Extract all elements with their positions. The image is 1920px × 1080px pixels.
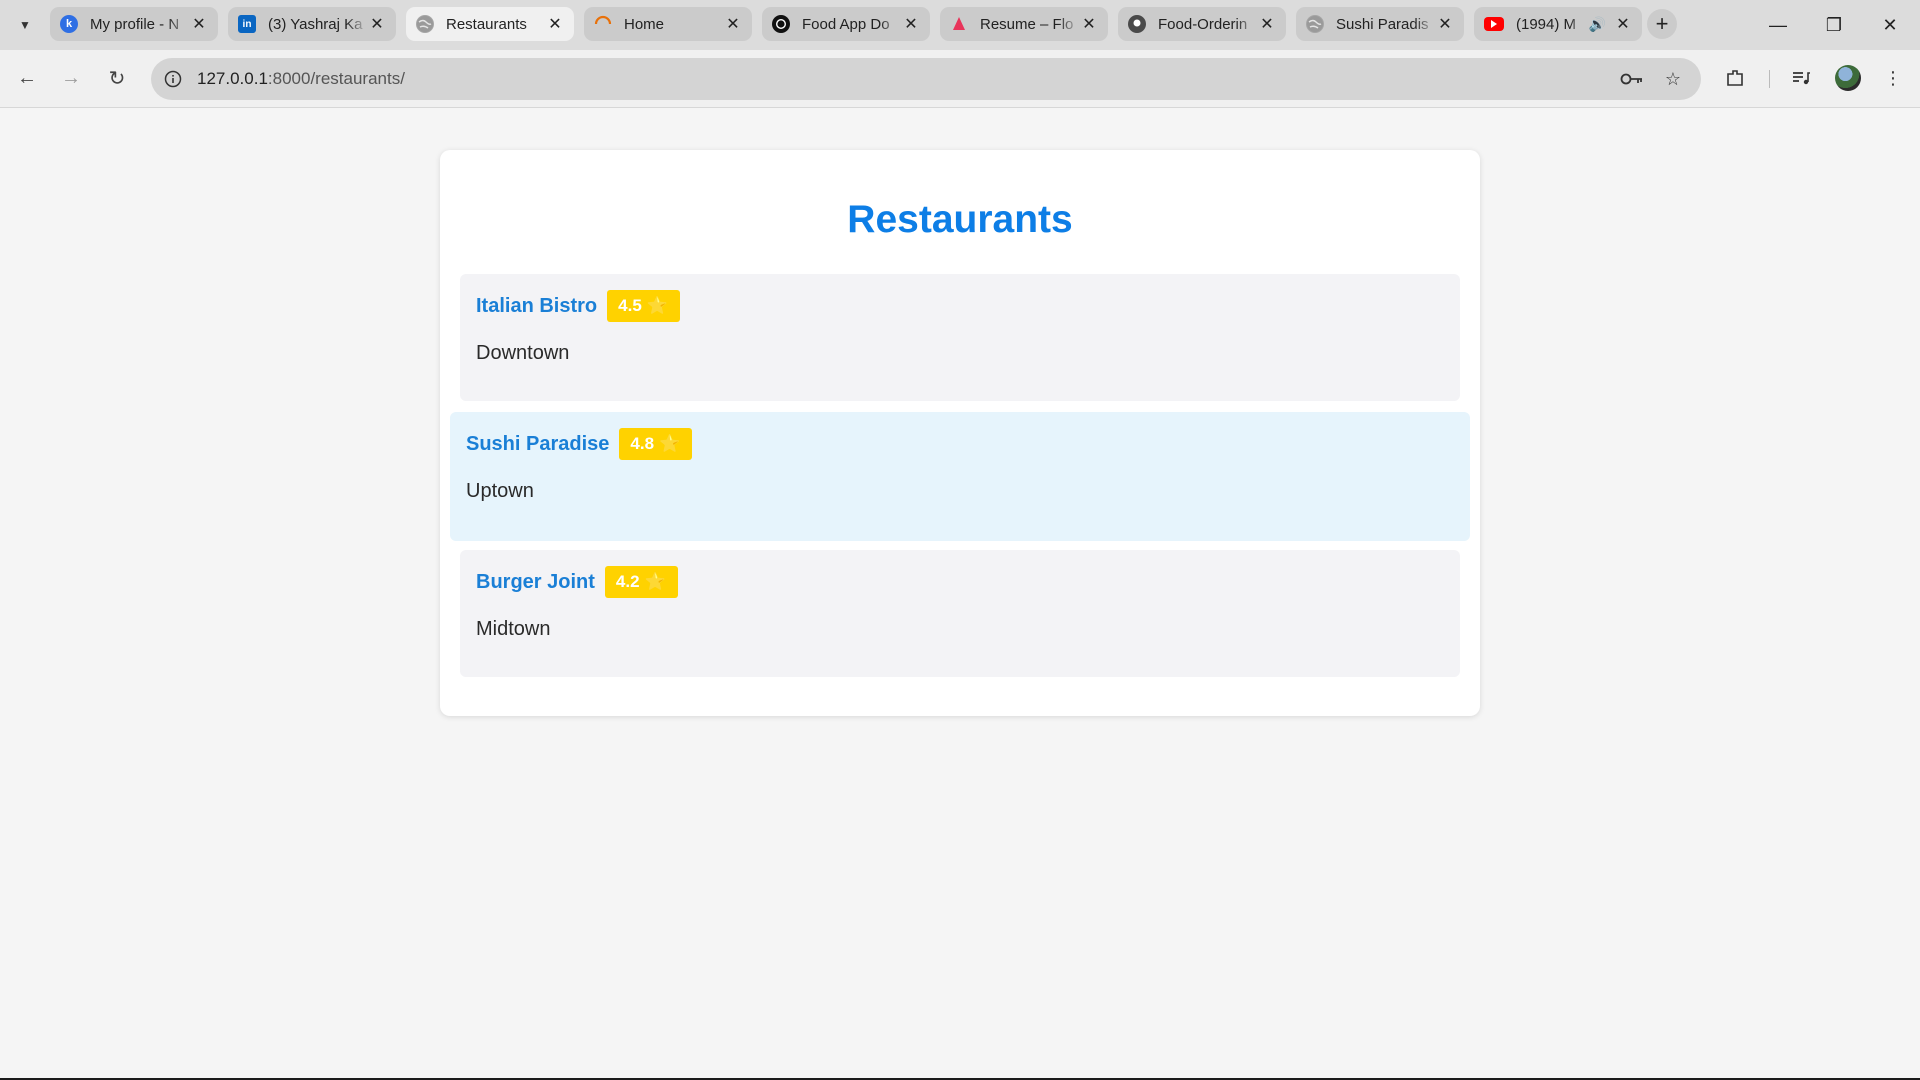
tab-title: Sushi Paradis (1336, 15, 1429, 33)
tab-home[interactable]: Home ✕ (584, 7, 752, 41)
tab-close-icon[interactable]: ✕ (1436, 14, 1454, 34)
bookmark-star-icon[interactable]: ☆ (1661, 67, 1685, 91)
profile-avatar[interactable] (1835, 65, 1861, 91)
tab-my-profile[interactable]: k My profile - N ✕ (50, 7, 218, 41)
rating-value: 4.5 (618, 296, 642, 315)
plus-icon: + (1655, 11, 1669, 36)
tab-restaurants[interactable]: Restaurants ✕ (406, 7, 574, 41)
reload-button[interactable]: ↻ (102, 63, 132, 93)
youtube-icon (1484, 17, 1504, 31)
reload-icon: ↻ (108, 67, 126, 90)
tab-close-icon[interactable]: ✕ (1258, 14, 1276, 34)
restaurants-card: Restaurants Italian Bistro 4.5 ⭐ Downtow… (440, 150, 1480, 716)
minimize-button[interactable]: — (1750, 0, 1806, 50)
tab-youtube[interactable]: (1994) M 🔊 ✕ (1474, 7, 1642, 41)
chevron-down-icon: ▼ (19, 18, 31, 32)
menu-kebab-icon[interactable]: ⋮ (1878, 63, 1908, 93)
restaurant-header: Sushi Paradise 4.8 ⭐ (466, 428, 693, 460)
browser-toolbar: ← → ↻ 127.0.0.1:8000/restaurants/ ☆ ⋮ (0, 50, 1920, 108)
info-icon (164, 70, 182, 88)
restore-button[interactable]: ❐ (1806, 0, 1862, 50)
tab-title: Food App Do (802, 15, 890, 33)
url-path: :8000/restaurants/ (267, 69, 405, 88)
tab-food-app-doc[interactable]: Food App Do ✕ (762, 7, 930, 41)
restaurant-name-link[interactable]: Burger Joint (476, 571, 595, 594)
address-bar[interactable]: 127.0.0.1:8000/restaurants/ ☆ (151, 58, 1701, 100)
tab-strip: ▼ k My profile - N ✕ in (3) Yashraj Ka ✕… (0, 0, 1920, 50)
tab-linkedin[interactable]: in (3) Yashraj Ka ✕ (228, 7, 396, 41)
restaurant-header: Italian Bistro 4.5 ⭐ (476, 290, 680, 322)
password-key-icon[interactable] (1620, 67, 1644, 91)
rating-badge: 4.8 ⭐ (619, 428, 693, 460)
tab-title: Home (624, 15, 665, 33)
rating-badge: 4.2 ⭐ (604, 566, 678, 598)
rating-badge: 4.5 ⭐ (607, 290, 680, 322)
tab-title: (1994) M (1516, 15, 1577, 33)
loading-spinner-icon (594, 15, 612, 33)
restaurant-name-link[interactable]: Italian Bistro (476, 295, 597, 318)
tab-title: My profile - N (90, 15, 180, 33)
k-logo-icon: k (60, 15, 78, 33)
restaurant-location: Uptown (466, 480, 534, 502)
close-icon: ✕ (1882, 14, 1898, 35)
site-info-button[interactable] (162, 68, 184, 90)
arrow-left-icon: ← (17, 66, 37, 89)
tab-title: Resume – Flo (980, 15, 1074, 33)
github-icon (1128, 15, 1146, 33)
restaurant-item-italian-bistro[interactable]: Italian Bistro 4.5 ⭐ Downtown (460, 274, 1460, 401)
media-control-icon[interactable] (1786, 63, 1816, 93)
star-icon: ⭐ (659, 434, 681, 453)
tab-close-icon[interactable]: ✕ (190, 14, 208, 34)
star-icon: ⭐ (646, 296, 668, 315)
restore-icon: ❐ (1825, 14, 1843, 35)
back-button[interactable]: ← (12, 63, 42, 93)
new-tab-button[interactable]: + (1647, 9, 1677, 39)
restaurant-location: Midtown (476, 618, 551, 640)
restaurant-name-link[interactable]: Sushi Paradise (466, 433, 609, 456)
restaurant-location: Downtown (476, 342, 570, 364)
arrow-right-icon: → (61, 66, 81, 89)
tab-close-icon[interactable]: ✕ (724, 14, 742, 34)
openai-icon (772, 15, 790, 33)
tab-close-icon[interactable]: ✕ (1614, 14, 1632, 34)
rating-value: 4.8 (630, 434, 655, 453)
page-title: Restaurants (847, 198, 1073, 241)
restaurant-item-burger-joint[interactable]: Burger Joint 4.2 ⭐ Midtown (460, 550, 1460, 677)
tab-close-icon[interactable]: ✕ (546, 14, 564, 34)
globe-icon (416, 15, 434, 33)
close-window-button[interactable]: ✕ (1862, 0, 1918, 50)
tab-sushi-paradise[interactable]: Sushi Paradis ✕ (1296, 7, 1464, 41)
url-host: 127.0.0.1 (197, 69, 268, 88)
extensions-icon[interactable] (1720, 63, 1750, 93)
minimize-icon: — (1769, 14, 1787, 35)
restaurant-header: Burger Joint 4.2 ⭐ (476, 566, 678, 598)
speaker-icon[interactable]: 🔊 (1589, 16, 1606, 33)
star-icon: ⭐ (644, 572, 666, 591)
globe-icon (1306, 15, 1324, 33)
tab-title: Restaurants (446, 15, 527, 33)
rating-value: 4.2 (615, 572, 640, 591)
page-viewport: Restaurants Italian Bistro 4.5 ⭐ Downtow… (0, 108, 1920, 1078)
tab-resume[interactable]: Resume – Flo ✕ (940, 7, 1108, 41)
restaurant-item-sushi-paradise[interactable]: Sushi Paradise 4.8 ⭐ Uptown (450, 412, 1470, 541)
url-text[interactable]: 127.0.0.1:8000/restaurants/ (197, 69, 405, 89)
flowcv-icon (950, 15, 968, 33)
tab-close-icon[interactable]: ✕ (1080, 14, 1098, 34)
toolbar-divider (1769, 70, 1770, 88)
tab-close-icon[interactable]: ✕ (368, 14, 386, 34)
tab-github[interactable]: Food-Orderin ✕ (1118, 7, 1286, 41)
forward-button[interactable]: → (56, 63, 86, 93)
tab-close-icon[interactable]: ✕ (902, 14, 920, 34)
tab-search-button[interactable]: ▼ (12, 12, 38, 38)
tab-title: Food-Orderin (1158, 15, 1248, 33)
tab-title: (3) Yashraj Ka (268, 15, 363, 33)
linkedin-icon: in (238, 15, 256, 33)
